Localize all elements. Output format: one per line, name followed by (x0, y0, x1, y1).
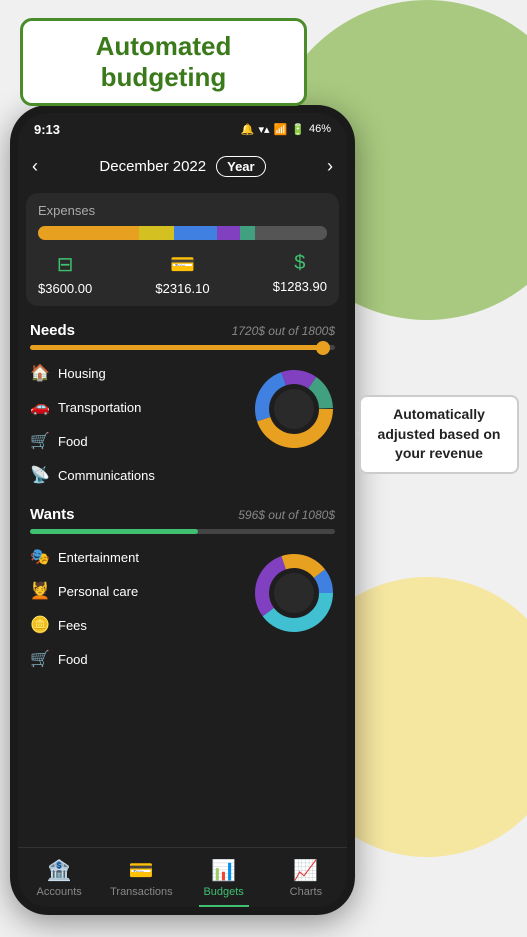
wants-header: Wants 596$ out of 1080$ (26, 500, 339, 527)
charts-icon: 📈 (293, 858, 318, 883)
expenses-bar (38, 226, 327, 240)
phone-frame: 9:13 🔔 ▾▴ 📶 🔋 46% ☰ Budget - 50/30/20 ⚙ … (10, 105, 355, 915)
wants-category-list: 🎭 Entertainment 💆 Personal care 🪙 Fees (26, 540, 245, 676)
transportation-icon: 🚗 (30, 397, 50, 417)
spent-amount: $2316.10 (155, 281, 209, 296)
budgets-label: Budgets (203, 886, 243, 898)
charts-label: Charts (290, 886, 322, 898)
personalcare-icon: 💆 (30, 581, 50, 601)
phone-inner: 9:13 🔔 ▾▴ 📶 🔋 46% ☰ Budget - 50/30/20 ⚙ … (18, 113, 347, 907)
wants-title: Wants (30, 506, 74, 523)
accounts-label: Accounts (37, 886, 82, 898)
date-navigation: ‹ December 2022 Year › (18, 145, 347, 187)
app-content: ‹ December 2022 Year › Expenses (18, 145, 347, 847)
needs-progress-text: 1720$ out of 1800$ (232, 324, 335, 338)
annotation-text: Automatically adjusted based on your rev… (378, 406, 501, 461)
remaining-icon: $ (294, 252, 305, 275)
nav-item-charts[interactable]: 📈 Charts (265, 848, 347, 907)
year-badge[interactable]: Year (216, 156, 265, 177)
wants-progress-fill (30, 529, 198, 534)
prev-arrow[interactable]: ‹ (32, 156, 38, 177)
date-nav-center: December 2022 Year (99, 156, 265, 177)
spent-icon: 💳 (170, 252, 195, 277)
communications-label: Communications (58, 468, 155, 483)
entertainment-icon: 🎭 (30, 547, 50, 567)
battery-icon: 🔋 (291, 123, 305, 136)
total-icon: ⊟ (57, 252, 74, 277)
needs-progress-bar (30, 345, 335, 350)
nav-item-transactions[interactable]: 💳 Transactions (100, 848, 182, 907)
status-bar: 9:13 🔔 ▾▴ 📶 🔋 46% (18, 113, 347, 145)
list-item: 🛒 Food (26, 424, 245, 458)
fees-icon: 🪙 (30, 615, 50, 635)
list-item: 🏠 Housing (26, 356, 245, 390)
needs-category-list: 🏠 Housing 🚗 Transportation 🛒 Food � (26, 356, 245, 492)
transportation-label: Transportation (58, 400, 141, 415)
status-icons: 🔔 ▾▴ 📶 🔋 46% (241, 123, 331, 136)
current-date: December 2022 (99, 158, 206, 175)
bottom-navigation: 🏦 Accounts 💳 Transactions 📊 Budgets 📈 Ch… (18, 847, 347, 907)
communications-icon: 📡 (30, 465, 50, 485)
personalcare-label: Personal care (58, 584, 138, 599)
signal-icon: 📶 (274, 123, 288, 136)
expense-spent: 💳 $2316.10 (155, 252, 209, 296)
needs-section: Needs 1720$ out of 1800$ 🏠 Housing 🚗 (18, 312, 347, 496)
status-time: 9:13 (34, 122, 60, 137)
banner-title: Automated budgeting (96, 31, 232, 92)
active-indicator (199, 905, 249, 907)
bar-remaining (255, 226, 327, 240)
wants-progress-text: 596$ out of 1080$ (238, 508, 335, 522)
expenses-section: Expenses ⊟ $3600.00 💳 $23 (26, 193, 339, 306)
needs-title: Needs (30, 322, 75, 339)
transactions-label: Transactions (110, 886, 173, 898)
total-amount: $3600.00 (38, 281, 92, 296)
next-arrow[interactable]: › (327, 156, 333, 177)
budgets-icon: 📊 (211, 858, 236, 883)
food-icon: 🛒 (30, 431, 50, 451)
bar-savings (174, 226, 217, 240)
bar-wants (139, 226, 174, 240)
list-item: 🎭 Entertainment (26, 540, 245, 574)
battery-percent: 46% (309, 123, 331, 135)
list-item: 🚗 Transportation (26, 390, 245, 424)
bar-other (240, 226, 254, 240)
wants-category-row: 🎭 Entertainment 💆 Personal care 🪙 Fees (26, 540, 339, 676)
needs-header: Needs 1720$ out of 1800$ (26, 316, 339, 343)
needs-donut (249, 364, 339, 454)
bar-needs (38, 226, 139, 240)
expense-total: ⊟ $3600.00 (38, 252, 92, 296)
list-item: 💆 Personal care (26, 574, 245, 608)
expenses-label: Expenses (38, 203, 327, 218)
notification-icon: 🔔 (241, 123, 255, 136)
accounts-icon: 🏦 (47, 858, 72, 883)
housing-label: Housing (58, 366, 106, 381)
food-label: Food (58, 434, 88, 449)
list-item: 🛒 Food (26, 642, 245, 676)
transactions-icon: 💳 (129, 858, 154, 883)
entertainment-label: Entertainment (58, 550, 139, 565)
needs-progress-fill (30, 345, 323, 350)
annotation-bubble: Automatically adjusted based on your rev… (359, 395, 519, 474)
expense-remaining: $ $1283.90 (273, 252, 327, 296)
wants-progress-bar (30, 529, 335, 534)
expenses-amounts: ⊟ $3600.00 💳 $2316.10 $ $1283.90 (38, 252, 327, 296)
remaining-amount: $1283.90 (273, 279, 327, 294)
bar-extra (217, 226, 240, 240)
nav-item-accounts[interactable]: 🏦 Accounts (18, 848, 100, 907)
fees-label: Fees (58, 618, 87, 633)
wants-donut (249, 548, 339, 638)
top-banner: Automated budgeting (20, 18, 307, 106)
list-item: 📡 Communications (26, 458, 245, 492)
wants-food-icon: 🛒 (30, 649, 50, 669)
wants-food-label: Food (58, 652, 88, 667)
needs-category-row: 🏠 Housing 🚗 Transportation 🛒 Food � (26, 356, 339, 492)
wifi-icon: ▾▴ (259, 123, 270, 136)
housing-icon: 🏠 (30, 363, 50, 383)
list-item: 🪙 Fees (26, 608, 245, 642)
nav-item-budgets[interactable]: 📊 Budgets (183, 848, 265, 907)
needs-progress-dot (316, 341, 330, 355)
wants-section: Wants 596$ out of 1080$ 🎭 Entertainment … (18, 496, 347, 680)
